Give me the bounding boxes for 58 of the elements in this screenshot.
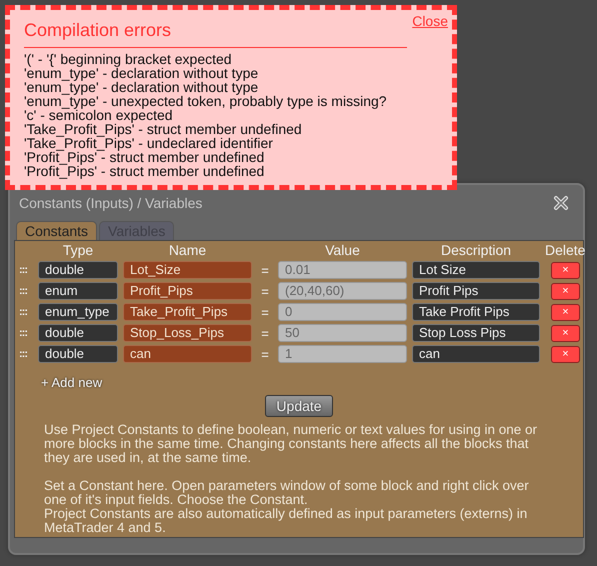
close-icon[interactable] xyxy=(553,195,569,211)
type-field[interactable]: double xyxy=(38,324,118,342)
name-field[interactable]: Lot_Size xyxy=(123,261,252,279)
column-header: Description xyxy=(440,242,512,258)
help-text: Set a Constant here. Open parameters window of some block and right click over one of it's input fields. Choose the Constant. xyxy=(44,479,530,507)
delete-button[interactable]: × xyxy=(551,262,580,278)
error-message: 'Profit_Pips' - struct member undefined xyxy=(24,164,266,178)
drag-handle[interactable]: ::: xyxy=(19,306,33,318)
type-field[interactable]: enum xyxy=(38,282,118,300)
column-header: Type xyxy=(62,242,94,258)
type-field[interactable]: double xyxy=(38,261,118,279)
column-header: Name xyxy=(168,242,208,258)
equals-sign: = xyxy=(260,262,270,278)
error-message: 'enum_type' - declaration without type xyxy=(24,66,260,80)
description-field[interactable]: Profit Pips xyxy=(412,282,540,300)
value-field[interactable]: (20,40,60) xyxy=(278,282,407,300)
description-field[interactable]: can xyxy=(412,345,540,363)
equals-sign: = xyxy=(260,346,270,362)
equals-sign: = xyxy=(260,284,270,298)
description-field[interactable]: Lot Size xyxy=(412,261,540,279)
drag-handle[interactable]: ::: xyxy=(19,327,33,339)
delete-button[interactable]: × xyxy=(551,324,580,342)
delete-button[interactable]: × xyxy=(551,282,580,300)
error-message: 'c' - semicolon expected xyxy=(24,108,173,122)
delete-button[interactable]: × xyxy=(551,346,580,362)
window-title: Constants (Inputs) / Variables xyxy=(18,195,202,211)
update-button[interactable]: Update xyxy=(265,395,333,417)
help-text: Use Project Constants to define boolean, numeric or text values for using in one or more blocks in the same time. Changing constants here affects all the blocks that they are used in, at the same time. xyxy=(44,423,538,465)
help-text: Project Constants are also automatically defined as input parameters (externs) in MetaTrader 4 and 5. xyxy=(44,507,528,535)
value-field[interactable]: 0 xyxy=(278,303,407,321)
description-field[interactable]: Take Profit Pips xyxy=(412,303,540,321)
description-field[interactable]: Stop Loss Pips xyxy=(412,324,540,342)
error-message: 'enum_type' - declaration without type xyxy=(24,80,260,94)
value-field[interactable]: 1 xyxy=(278,345,407,363)
error-message: 'Profit_Pips' - struct member undefined xyxy=(24,150,266,164)
name-field[interactable]: can xyxy=(123,345,252,363)
equals-sign: = xyxy=(260,326,270,340)
drag-handle[interactable]: ::: xyxy=(19,348,33,360)
value-field[interactable]: 50 xyxy=(278,324,407,342)
column-header: Delete xyxy=(545,242,584,258)
column-header: Value xyxy=(324,242,361,258)
name-field[interactable]: Stop_Loss_Pips xyxy=(123,324,252,342)
drag-handle[interactable]: ::: xyxy=(19,264,33,276)
type-field[interactable]: double xyxy=(38,345,118,363)
drag-handle[interactable]: ::: xyxy=(19,285,33,297)
error-message: 'Take_Profit_Pips' - struct member undefined xyxy=(24,122,303,136)
name-field[interactable]: Profit_Pips xyxy=(123,282,252,300)
error-message: 'enum_type' - unexpected token, probably type is missing? xyxy=(24,94,388,108)
type-field[interactable]: enum_type xyxy=(38,303,118,321)
value-field[interactable]: 0.01 xyxy=(278,261,407,279)
error-message: 'Take_Profit_Pips' - undeclared identifier xyxy=(24,136,274,150)
delete-button[interactable]: × xyxy=(551,304,580,320)
add-new-link[interactable]: + Add new xyxy=(41,375,102,390)
equals-sign: = xyxy=(260,304,270,320)
tab[interactable]: Constants xyxy=(16,221,98,240)
close-link[interactable]: Close xyxy=(412,13,448,29)
error-message: '(' - '{' beginning bracket expected xyxy=(24,52,233,66)
name-field[interactable]: Take_Profit_Pips xyxy=(123,303,252,321)
